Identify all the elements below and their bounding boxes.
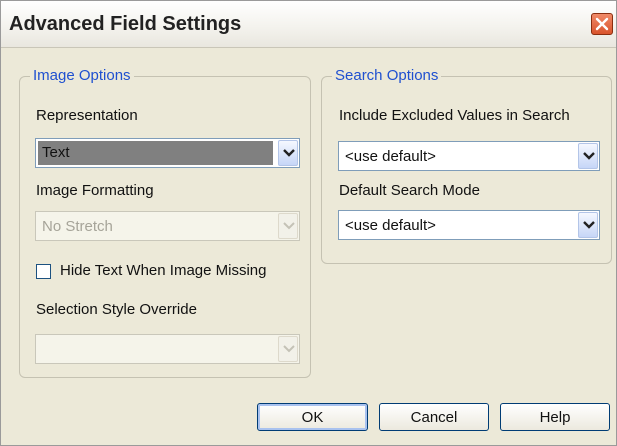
ok-button[interactable]: OK (257, 403, 368, 431)
help-button[interactable]: Help (500, 403, 610, 431)
include-excluded-dropdown[interactable]: <use default> (338, 141, 600, 171)
default-search-mode-label: Default Search Mode (339, 182, 480, 199)
close-icon (595, 17, 609, 31)
selection-style-dropdown[interactable] (35, 334, 300, 364)
chevron-down-icon (283, 222, 295, 230)
hide-text-label[interactable]: Hide Text When Image Missing (60, 262, 266, 279)
image-options-legend: Image Options (30, 67, 134, 84)
chevron-down-icon (583, 152, 595, 160)
cancel-button[interactable]: Cancel (379, 403, 489, 431)
include-excluded-value: <use default> (345, 148, 436, 165)
dialog-window: Advanced Field Settings Image Options Re… (0, 0, 617, 446)
chevron-down-icon (283, 345, 295, 353)
dialog-title: Advanced Field Settings (9, 13, 242, 35)
hide-text-checkbox[interactable] (36, 264, 51, 279)
search-options-legend: Search Options (332, 67, 442, 84)
include-excluded-dropdown-button[interactable] (578, 143, 598, 169)
include-excluded-label: Include Excluded Values in Search (339, 107, 570, 124)
default-search-mode-dropdown-button[interactable] (578, 212, 598, 238)
image-formatting-dropdown[interactable]: No Stretch (35, 211, 300, 241)
representation-dropdown-button[interactable] (278, 140, 298, 166)
image-formatting-dropdown-button[interactable] (278, 213, 298, 239)
image-formatting-value: No Stretch (42, 218, 113, 235)
representation-value: Text (38, 141, 273, 165)
chevron-down-icon (283, 149, 295, 157)
representation-label: Representation (36, 107, 138, 124)
selection-style-dropdown-button[interactable] (278, 336, 298, 362)
representation-dropdown[interactable]: Text (35, 138, 300, 168)
default-search-mode-dropdown[interactable]: <use default> (338, 210, 600, 240)
selection-style-label: Selection Style Override (36, 301, 197, 318)
chevron-down-icon (583, 221, 595, 229)
close-button[interactable] (591, 13, 613, 35)
title-bar[interactable]: Advanced Field Settings (1, 1, 616, 48)
image-formatting-label: Image Formatting (36, 182, 154, 199)
default-search-mode-value: <use default> (345, 217, 436, 234)
